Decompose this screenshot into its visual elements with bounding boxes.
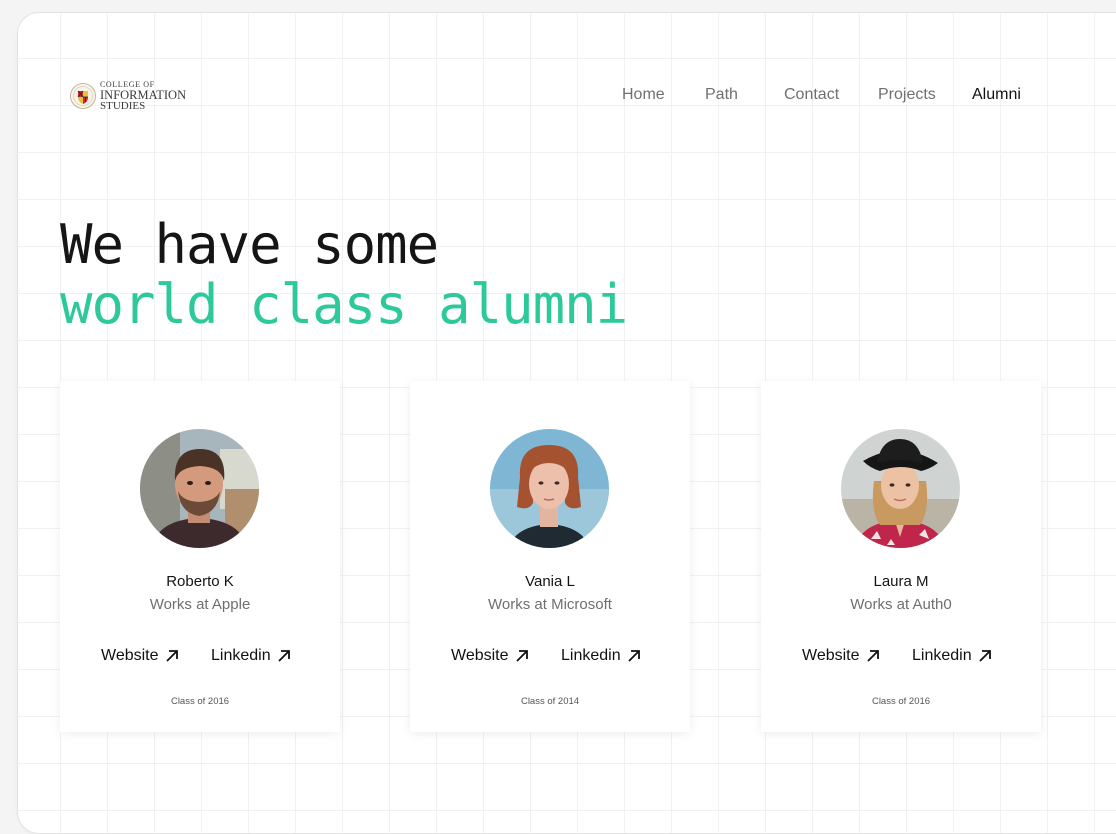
website-link-label: Website — [802, 647, 860, 664]
alumni-employer: Works at Apple — [149, 596, 251, 613]
linkedin-link-label: Linkedin — [912, 647, 972, 664]
arrow-up-right-icon — [978, 650, 991, 662]
arrow-up-right-icon — [165, 650, 178, 662]
arrow-up-right-icon — [866, 650, 879, 662]
nav-projects[interactable]: Projects — [878, 86, 936, 104]
nav-path[interactable]: Path — [705, 86, 738, 104]
college-logo[interactable]: COLLEGE OF INFORMATION STUDIES — [70, 80, 186, 112]
alumni-name: Roberto K — [166, 573, 234, 590]
linkedin-link[interactable]: Linkedin — [912, 647, 992, 665]
linkedin-link-label: Linkedin — [561, 647, 621, 664]
logo-line-3: STUDIES — [100, 100, 146, 112]
class-year: Class of 2016 — [170, 696, 230, 707]
vania-avatar — [490, 429, 609, 548]
alumni-card: Laura M Works at Auth0 Website Linkedin … — [761, 381, 1041, 732]
hero-line-1: We have some — [60, 213, 439, 276]
website-link-label: Website — [101, 647, 159, 664]
linkedin-link[interactable]: Linkedin — [211, 647, 291, 665]
website-link[interactable]: Website — [451, 647, 529, 665]
laura-avatar — [841, 429, 960, 548]
alumni-name: Laura M — [873, 573, 929, 590]
page-frame: COLLEGE OF INFORMATION STUDIES Home Path… — [17, 12, 1116, 834]
website-link-label: Website — [451, 647, 509, 664]
alumni-name: Vania L — [525, 573, 575, 590]
alumni-employer: Works at Auth0 — [850, 596, 952, 613]
hero-heading: We have some world class alumni — [60, 213, 628, 336]
nav-contact[interactable]: Contact — [784, 86, 839, 104]
roberto-avatar — [140, 429, 259, 548]
linkedin-link[interactable]: Linkedin — [561, 647, 641, 665]
linkedin-link-label: Linkedin — [211, 647, 271, 664]
website-link[interactable]: Website — [802, 647, 880, 665]
class-year: Class of 2014 — [520, 696, 580, 707]
hero-line-2: world class alumni — [60, 273, 628, 336]
logo-wordmark: COLLEGE OF INFORMATION STUDIES — [100, 80, 186, 112]
nav-home[interactable]: Home — [622, 86, 665, 104]
alumni-employer: Works at Microsoft — [488, 596, 612, 613]
website-link[interactable]: Website — [101, 647, 179, 665]
alumni-card: Vania L Works at Microsoft Website Linke… — [410, 381, 690, 732]
class-year: Class of 2016 — [871, 696, 931, 707]
arrow-up-right-icon — [515, 650, 528, 662]
arrow-up-right-icon — [627, 650, 640, 662]
arrow-up-right-icon — [277, 650, 290, 662]
alumni-card: Roberto K Works at Apple Website Linkedi… — [60, 381, 340, 732]
university-seal-icon — [70, 82, 96, 109]
nav-alumni[interactable]: Alumni — [972, 86, 1021, 104]
